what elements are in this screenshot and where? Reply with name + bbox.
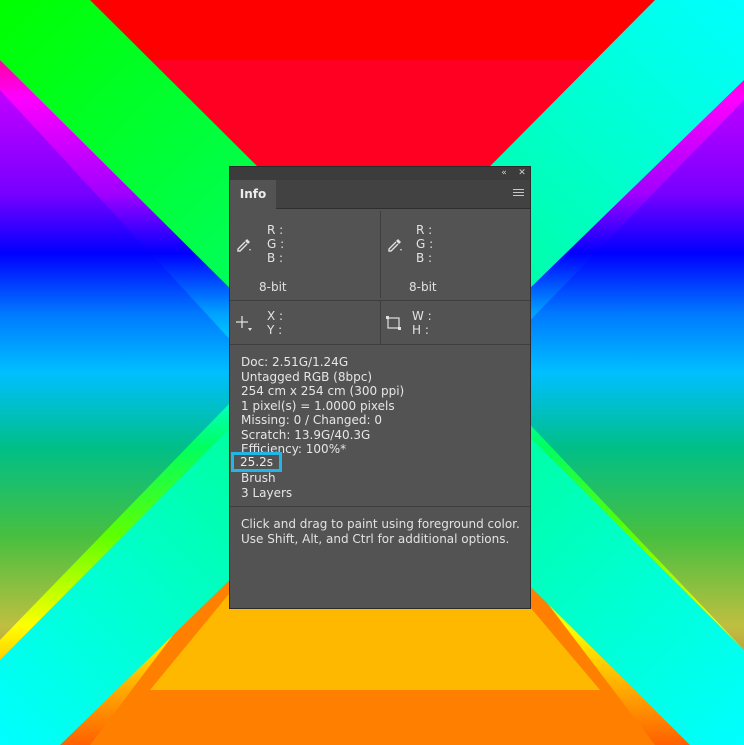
blue-label: B : [416, 251, 433, 265]
bit-depth-label: 8-bit [259, 280, 287, 294]
eyedropper-icon[interactable] [387, 237, 403, 253]
timing-line: 25.2s [240, 455, 273, 469]
color-profile-line: Untagged RGB (8bpc) [241, 369, 373, 384]
x-label: X : [267, 309, 284, 323]
tool-hint-line: Use Shift, Alt, and Ctrl for additional … [241, 531, 510, 546]
red-label: R : [416, 223, 433, 237]
divider [380, 300, 381, 344]
crosshair-icon[interactable] [236, 316, 252, 332]
y-label: Y : [267, 323, 283, 337]
divider [380, 211, 381, 298]
document-info-section: Doc: 2.51G/1.24G Untagged RGB (8bpc) 254… [230, 345, 530, 507]
bit-depth-label: 8-bit [409, 280, 437, 294]
color-readout-section: R : G : B : 8-bit R : G : B : 8-bit [230, 209, 530, 301]
scratch-line: Scratch: 13.9G/40.3G [241, 427, 371, 442]
pixel-ratio-line: 1 pixel(s) = 1.0000 pixels [241, 398, 395, 413]
info-panel: « ✕ Info R : G : B : 8-bit R : G : B : 8… [229, 166, 531, 609]
red-label: R : [267, 223, 284, 237]
selection-size-icon[interactable] [386, 315, 402, 331]
dimensions-line: 254 cm x 254 cm (300 ppi) [241, 384, 405, 398]
eyedropper-icon[interactable] [236, 237, 252, 253]
current-tool-line: Brush [241, 471, 276, 485]
doc-size-line: Doc: 2.51G/1.24G [241, 355, 349, 369]
width-label: W : [412, 309, 432, 323]
blue-label: B : [267, 251, 284, 265]
panel-tabbar: Info [230, 180, 530, 209]
green-label: G : [416, 237, 434, 251]
panel-menu-icon[interactable] [513, 189, 524, 199]
tab-info[interactable]: Info [230, 180, 276, 209]
panel-titlebar[interactable]: « ✕ [230, 167, 530, 180]
layers-count-line: 3 Layers [241, 485, 293, 500]
close-icon[interactable]: ✕ [516, 167, 528, 180]
green-label: G : [267, 237, 285, 251]
height-label: H : [412, 323, 429, 337]
double-chevron-left-icon[interactable]: « [498, 167, 510, 180]
tool-hint-line: Click and drag to paint using foreground… [241, 517, 520, 531]
missing-changed-line: Missing: 0 / Changed: 0 [241, 413, 382, 427]
position-size-section: X : Y : W : H : [230, 300, 530, 345]
